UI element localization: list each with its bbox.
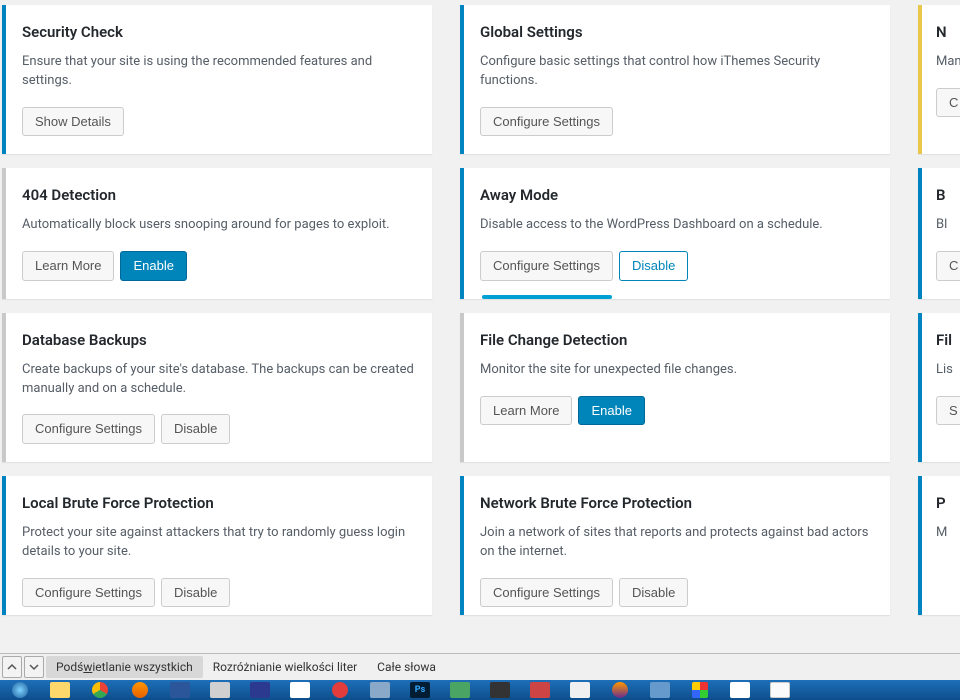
taskbar-app6[interactable] [524, 680, 556, 700]
card-title: Global Settings [480, 23, 872, 41]
configure-settings-button[interactable]: Configure Settings [22, 414, 155, 444]
learn-more-button[interactable]: Learn More [480, 396, 572, 426]
taskbar-app10[interactable] [684, 680, 716, 700]
taskbar-app9[interactable] [644, 680, 676, 700]
enable-button[interactable]: Enable [578, 396, 644, 426]
card-actions: C [936, 251, 960, 281]
taskbar-firefox[interactable] [124, 680, 156, 700]
card-description: Join a network of sites that reports and… [480, 524, 872, 562]
module-card: PM [918, 476, 960, 615]
card-description: Manage rel [936, 53, 960, 72]
card-actions: Configure Settings [480, 107, 872, 137]
card-title: P [936, 494, 960, 512]
chevron-down-icon [29, 662, 39, 672]
card-description: Configure basic settings that control ho… [480, 53, 872, 91]
disable-button[interactable]: Disable [619, 578, 688, 608]
c-button[interactable]: C [936, 88, 960, 118]
taskbar-app3[interactable] [364, 680, 396, 700]
taskbar-explorer[interactable] [44, 680, 76, 700]
taskbar-app7[interactable] [564, 680, 596, 700]
card-title: Network Brute Force Protection [480, 494, 872, 512]
taskbar-start[interactable] [4, 680, 36, 700]
card-actions: Learn MoreEnable [480, 396, 872, 426]
highlight-underline [482, 295, 612, 299]
module-card: Global Settings Configure basic settings … [460, 5, 890, 154]
module-card: Away Mode Disable access to the WordPress… [460, 168, 890, 298]
module-card: Local Brute Force Protection Protect your… [2, 476, 432, 615]
card-description: Disable access to the WordPress Dashboar… [480, 216, 872, 235]
find-next-button[interactable] [24, 656, 44, 678]
card-description: M [936, 524, 960, 543]
highlight-all-toggle[interactable]: Podświetlanie wszystkich [46, 656, 203, 678]
card-actions: Configure SettingsDisable [22, 414, 414, 444]
taskbar-app11[interactable] [724, 680, 756, 700]
module-card: Network Brute Force Protection Join a net… [460, 476, 890, 615]
card-actions: S [936, 396, 960, 426]
taskbar-opera[interactable] [324, 680, 356, 700]
card-title: Security Check [22, 23, 414, 41]
card-actions: Configure SettingsDisable [22, 578, 414, 608]
taskbar-app5[interactable] [484, 680, 516, 700]
card-description: Create backups of your site's database. … [22, 361, 414, 399]
whole-words-toggle[interactable]: Całe słowa [367, 656, 446, 678]
card-description: Ensure that your site is using the recom… [22, 53, 414, 91]
card-title: Local Brute Force Protection [22, 494, 414, 512]
disable-button[interactable]: Disable [619, 251, 688, 281]
disable-button[interactable]: Disable [161, 414, 230, 444]
taskbar-ps[interactable]: Ps [404, 680, 436, 700]
match-case-toggle[interactable]: Rozróżnianie wielkości liter [203, 656, 367, 678]
find-bar: Podświetlanie wszystkich Rozróżnianie wi… [0, 653, 960, 680]
configure-settings-button[interactable]: Configure Settings [480, 107, 613, 137]
module-card: File Change Detection Monitor the site fo… [460, 313, 890, 462]
card-title: 404 Detection [22, 186, 414, 204]
taskbar-app8[interactable] [604, 680, 636, 700]
disable-button[interactable]: Disable [161, 578, 230, 608]
taskbar-app12[interactable] [764, 680, 796, 700]
chevron-up-icon [7, 662, 17, 672]
module-card: Fil Lis S [918, 313, 960, 462]
taskbar-app4[interactable] [444, 680, 476, 700]
card-actions: Show Details [22, 107, 414, 137]
module-card: Security Check Ensure that your site is u… [2, 5, 432, 154]
taskbar-save[interactable] [244, 680, 276, 700]
configure-settings-button[interactable]: Configure Settings [480, 251, 613, 281]
taskbar: Ps [0, 680, 960, 700]
card-actions: C [936, 88, 960, 118]
card-actions: Configure SettingsDisable [480, 251, 872, 281]
configure-settings-button[interactable]: Configure Settings [22, 578, 155, 608]
learn-more-button[interactable]: Learn More [22, 251, 114, 281]
card-actions: Learn MoreEnable [22, 251, 414, 281]
module-card: N Manage rel C [918, 5, 960, 154]
enable-button[interactable]: Enable [120, 251, 186, 281]
card-title: Away Mode [480, 186, 872, 204]
find-prev-button[interactable] [2, 656, 22, 678]
taskbar-word[interactable] [164, 680, 196, 700]
show-details-button[interactable]: Show Details [22, 107, 124, 137]
card-title: Database Backups [22, 331, 414, 349]
card-description: Protect your site against attackers that… [22, 524, 414, 562]
taskbar-app2[interactable] [284, 680, 316, 700]
card-description: Bl [936, 216, 960, 235]
card-description: Automatically block users snooping aroun… [22, 216, 414, 235]
c-button[interactable]: C [936, 251, 960, 281]
card-title: B [936, 186, 960, 204]
s-button[interactable]: S [936, 396, 960, 426]
taskbar-app1[interactable] [204, 680, 236, 700]
card-description: Lis [936, 361, 960, 380]
card-actions: Configure SettingsDisable [480, 578, 872, 608]
card-description: Monitor the site for unexpected file cha… [480, 361, 872, 380]
module-card: Database Backups Create backups of your s… [2, 313, 432, 462]
cards-grid: Security Check Ensure that your site is u… [0, 0, 960, 615]
card-title: Fil [936, 331, 960, 349]
configure-settings-button[interactable]: Configure Settings [480, 578, 613, 608]
card-title: File Change Detection [480, 331, 872, 349]
card-title: N [936, 23, 960, 41]
module-card: B Bl C [918, 168, 960, 298]
taskbar-chrome[interactable] [84, 680, 116, 700]
module-card: 404 Detection Automatically block users s… [2, 168, 432, 298]
